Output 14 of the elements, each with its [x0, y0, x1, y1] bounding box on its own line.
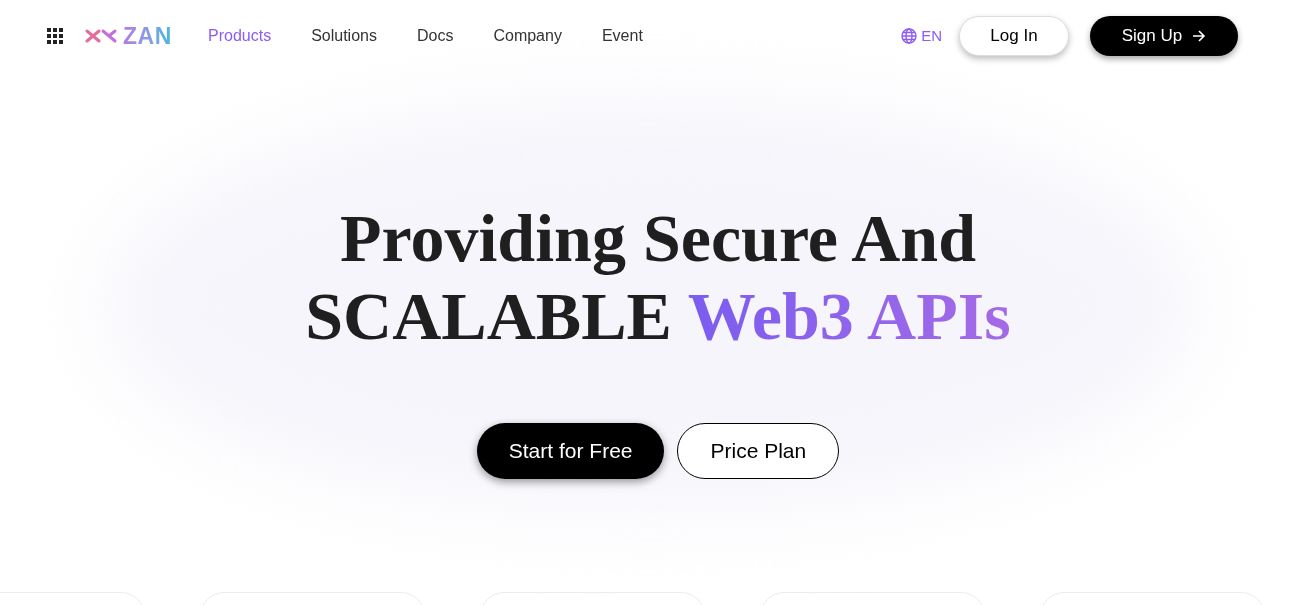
nav-link[interactable]: Solutions: [311, 24, 377, 48]
arrow-right-icon: [1192, 30, 1207, 42]
globe-icon[interactable]: [901, 28, 918, 44]
apps-grid-icon[interactable]: [47, 28, 63, 44]
hero-heading: Providing Secure And SCALABLE Web3 APIs: [305, 199, 1011, 355]
start-button[interactable]: Start for Free: [476, 423, 665, 479]
nav-link[interactable]: Products: [208, 24, 272, 48]
nav-link[interactable]: Docs: [416, 24, 454, 48]
price-plan-button[interactable]: Price Plan: [677, 423, 840, 479]
log-in-button[interactable]: Log In: [959, 16, 1069, 56]
nav-link[interactable]: Event: [601, 24, 643, 48]
nav-link[interactable]: Company: [493, 24, 562, 48]
language-selector[interactable]: EN: [921, 24, 942, 48]
sign-up-button[interactable]: Sign Up: [1090, 16, 1238, 56]
